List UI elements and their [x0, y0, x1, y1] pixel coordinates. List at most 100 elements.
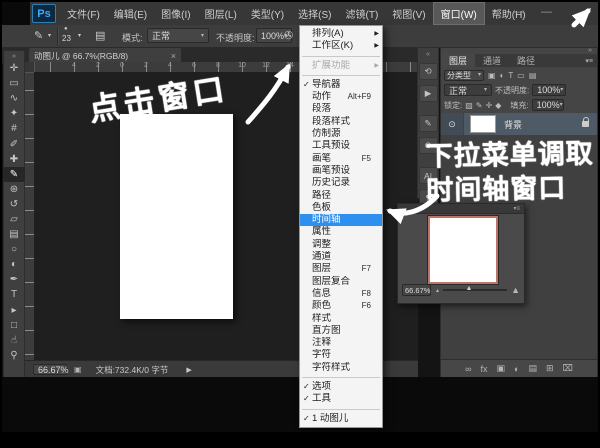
menu-item-workspace[interactable]: 工作区(K) ▶ [300, 40, 382, 52]
panel-menu-icon[interactable]: ▾≡ [513, 205, 520, 212]
delete-layer-icon[interactable]: ⌧ [563, 363, 573, 374]
eye-icon[interactable]: ⊙ [448, 119, 456, 130]
type-tool[interactable]: T [4, 287, 24, 302]
zoom-in-icon[interactable]: ▲ [511, 285, 520, 295]
layer-effects-icon[interactable]: fx [481, 364, 488, 374]
menu-type[interactable]: 类型(Y) [244, 2, 291, 25]
menu-file[interactable]: 文件(F) [60, 2, 107, 25]
close-tab-icon[interactable]: × [171, 51, 176, 61]
visibility-gutter[interactable]: ⊙ [441, 113, 464, 135]
airbrush-icon[interactable]: ✇ [284, 29, 293, 42]
menu-separator[interactable] [302, 377, 380, 378]
menu-item-histogram[interactable]: 直方图 [300, 325, 382, 337]
filter-kind-select[interactable]: 分类型▾ [444, 70, 484, 81]
tool-preset-caret-icon[interactable]: ▾ [48, 32, 51, 39]
filter-type-icon[interactable]: T [508, 71, 513, 80]
lock-transparent-icon[interactable]: ▨ [465, 101, 473, 110]
menu-item-paragraph[interactable]: 段落 [300, 103, 382, 115]
brush-size-value[interactable]: 23 [62, 34, 71, 43]
hand-tool[interactable]: ☝ [4, 333, 24, 348]
menu-item-adjustments[interactable]: 调整 [300, 239, 382, 251]
layer-row-background[interactable]: ⊙ 背景 [441, 113, 597, 135]
marquee-tool[interactable]: ▭ [4, 76, 24, 91]
menu-separator[interactable] [302, 56, 380, 57]
menu-item-doc-1[interactable]: ✓ 1 动图儿 [300, 413, 382, 425]
path-selection-tool[interactable]: ▸ [4, 303, 24, 318]
navigator-zoom-slider[interactable]: ▴ ▲ ▲ [436, 284, 520, 296]
history-panel-icon[interactable]: ⟲ [419, 63, 438, 80]
menu-item-clone-source[interactable]: 仿制源 [300, 128, 382, 140]
minimize-button[interactable]: — [513, 6, 524, 18]
pen-tool[interactable]: ✒ [4, 272, 24, 287]
status-zoom-field[interactable]: 66.67% [33, 364, 67, 375]
menu-separator[interactable] [302, 409, 380, 410]
document-tab[interactable]: 动图儿 @ 66.7%(RGB/8) × [28, 47, 182, 63]
menu-item-options[interactable]: ✓ 选项 [300, 381, 382, 393]
new-layer-icon[interactable]: ⊞ [546, 363, 554, 374]
slider-thumb[interactable]: ▲ [465, 285, 472, 292]
crop-tool[interactable]: # [4, 121, 24, 136]
tab-channels[interactable]: 通道 [475, 54, 509, 67]
panel-menu-icon[interactable]: ▾≡ [581, 54, 597, 67]
lasso-tool[interactable]: ∿ [4, 91, 24, 106]
zoom-out-icon[interactable]: ▴ [436, 287, 439, 294]
shape-tool[interactable]: □ [4, 318, 24, 333]
menu-help[interactable]: 帮助(H) [485, 2, 533, 25]
menu-item-navigator[interactable]: ✓ 导航器 [300, 79, 382, 91]
brush-panel-icon[interactable]: ✎ [419, 115, 438, 132]
menu-edit[interactable]: 编辑(E) [107, 2, 154, 25]
dock-expand-icon[interactable]: « [426, 51, 430, 58]
toolbar-collapse-icon[interactable]: » [12, 52, 16, 61]
move-tool[interactable]: ✛ [4, 61, 24, 76]
brush-panel-toggle-icon[interactable]: ▤ [95, 29, 105, 42]
blend-mode-select[interactable]: 正常▾ [444, 84, 492, 96]
document-canvas[interactable] [120, 114, 233, 319]
mode-select[interactable]: 正常▾ [147, 28, 209, 43]
menu-item-info[interactable]: 信息 F8 [300, 288, 382, 300]
navigator-zoom-field[interactable]: 66.67% [402, 284, 431, 296]
menu-item-paragraph-styles[interactable]: 段落样式 [300, 116, 382, 128]
eyedropper-tool[interactable]: ✐ [4, 136, 24, 151]
filter-image-icon[interactable]: ▣ [488, 71, 496, 80]
brush-tool-icon[interactable]: ✎ [34, 29, 43, 42]
menu-item-history[interactable]: 历史记录 [300, 177, 382, 189]
menu-item-swatches[interactable]: 色板 [300, 202, 382, 214]
quick-selection-tool[interactable]: ✦ [4, 106, 24, 121]
menu-item-character-styles[interactable]: 字符样式 [300, 362, 382, 374]
restore-button[interactable]: — [541, 6, 552, 18]
healing-brush-tool[interactable]: ✚ [4, 152, 24, 167]
menu-layer[interactable]: 图层(L) [198, 2, 244, 25]
status-expand-icon[interactable]: ▶ [186, 366, 191, 374]
menu-item-tools[interactable]: ✓ 工具 [300, 393, 382, 405]
menu-item-channels[interactable]: 通道 [300, 251, 382, 263]
slider-track[interactable]: ▲ [443, 289, 507, 291]
lock-all-icon[interactable]: ◆ [495, 101, 501, 110]
tab-paths[interactable]: 路径 [509, 54, 543, 67]
brush-tool[interactable]: ✎ [3, 167, 25, 182]
menu-item-extensions[interactable]: 扩展功能 ▶ [300, 60, 382, 72]
brush-preset-dot-icon[interactable]: ● [64, 26, 68, 32]
lock-pixels-icon[interactable]: ✎ [476, 101, 483, 110]
menu-item-layers[interactable]: 图层 F7 [300, 263, 382, 275]
menu-image[interactable]: 图像(I) [154, 2, 197, 25]
filter-adjustment-icon[interactable]: ◐ [500, 71, 505, 80]
menu-item-tool-presets[interactable]: 工具预设 [300, 140, 382, 152]
blur-tool[interactable]: ○ [4, 242, 24, 257]
adjustment-layer-icon[interactable]: ◐ [514, 364, 519, 374]
menu-filter[interactable]: 滤镜(T) [339, 2, 386, 25]
dock-collapse-icon[interactable]: » [588, 47, 592, 54]
layer-thumbnail[interactable] [470, 115, 496, 133]
dodge-tool[interactable]: ◐ [4, 257, 24, 272]
navigator-preview[interactable] [428, 216, 498, 284]
menu-item-arrange[interactable]: 排列(A) ▶ [300, 28, 382, 40]
actions-panel-icon[interactable]: ▶ [419, 85, 438, 102]
history-brush-tool[interactable]: ↺ [4, 197, 24, 212]
menu-view[interactable]: 视图(V) [385, 2, 432, 25]
clone-stamp-tool[interactable]: ⊛ [4, 182, 24, 197]
zoom-tool[interactable]: ⚲ [4, 348, 24, 363]
gradient-tool[interactable]: ▤ [4, 227, 24, 242]
filter-smart-icon[interactable]: ▤ [529, 71, 537, 80]
menu-item-timeline[interactable]: 时间轴 [300, 214, 382, 226]
filter-shape-icon[interactable]: ▭ [517, 71, 525, 80]
menu-item-styles[interactable]: 样式 [300, 313, 382, 325]
